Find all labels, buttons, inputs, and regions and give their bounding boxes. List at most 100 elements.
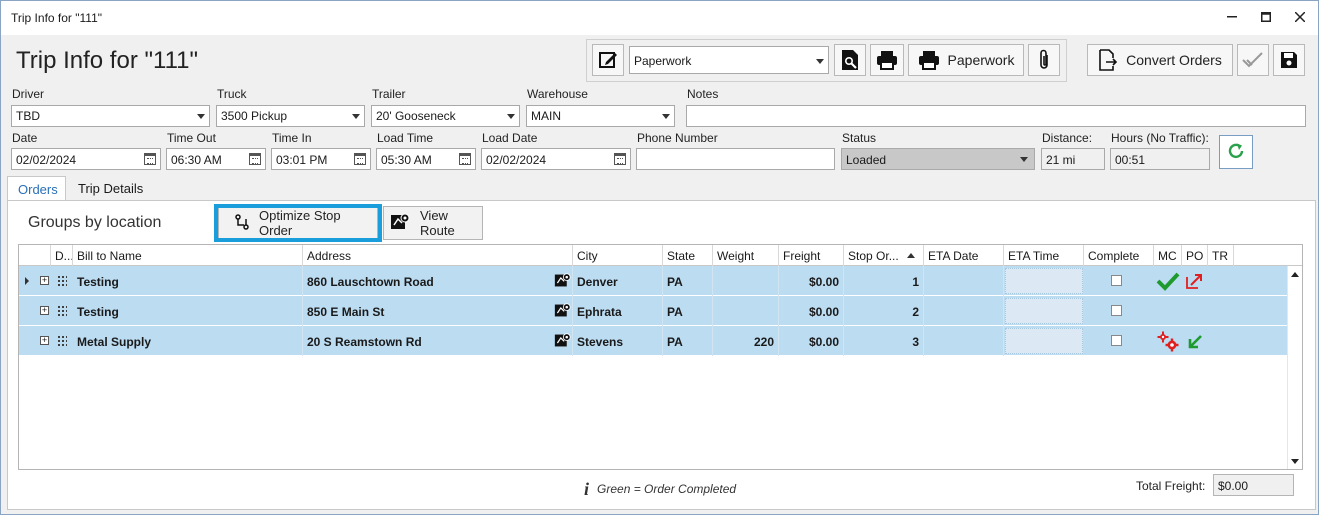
address-cell: 860 Lauschtown Road bbox=[303, 266, 573, 296]
drag-handle-icon[interactable] bbox=[57, 275, 67, 287]
load-time-label: Load Time bbox=[377, 131, 434, 145]
calendar-icon[interactable] bbox=[249, 153, 261, 165]
refresh-button[interactable] bbox=[1219, 135, 1253, 169]
header-stop-order[interactable]: Stop Or... bbox=[844, 245, 924, 266]
header-weight[interactable]: Weight bbox=[713, 245, 779, 266]
calendar-icon[interactable] bbox=[144, 153, 156, 165]
city-cell: Denver bbox=[573, 266, 663, 296]
report-select[interactable]: Paperwork bbox=[629, 46, 829, 74]
phone-field[interactable] bbox=[636, 148, 835, 170]
approve-button[interactable] bbox=[1237, 44, 1269, 76]
header-tr[interactable]: TR bbox=[1208, 245, 1234, 266]
state-cell: PA bbox=[663, 266, 713, 296]
eta-date-cell[interactable] bbox=[924, 296, 1004, 326]
tab-trip-details[interactable]: Trip Details bbox=[68, 176, 158, 201]
expand-icon[interactable]: + bbox=[40, 336, 49, 345]
maximize-icon[interactable] bbox=[1256, 7, 1276, 27]
window-title: Trip Info for "111" bbox=[11, 11, 103, 25]
map-pin-icon[interactable] bbox=[554, 332, 571, 352]
view-route-button[interactable]: View Route bbox=[383, 206, 483, 240]
print-button[interactable] bbox=[870, 44, 904, 76]
edit-button[interactable] bbox=[592, 44, 624, 76]
header-state[interactable]: State bbox=[663, 245, 713, 266]
preview-button[interactable] bbox=[834, 44, 866, 76]
date-field[interactable]: 02/02/2024 bbox=[11, 148, 161, 170]
attachment-button[interactable] bbox=[1028, 44, 1060, 76]
header-eta-date[interactable]: ETA Date bbox=[924, 245, 1004, 266]
time-in-label: Time In bbox=[272, 131, 312, 145]
chevron-down-icon bbox=[662, 114, 670, 119]
header-eta-time[interactable]: ETA Time bbox=[1004, 245, 1084, 266]
driver-label: Driver bbox=[12, 87, 44, 101]
table-row[interactable]: + Metal Supply 20 S Reamstown Rd Stevens… bbox=[19, 326, 1287, 356]
preview-icon bbox=[840, 49, 860, 71]
trailer-select[interactable]: 20' Gooseneck bbox=[371, 105, 520, 127]
calendar-icon[interactable] bbox=[459, 153, 471, 165]
eta-time-cell[interactable] bbox=[1005, 298, 1083, 324]
groups-by-location-label: Groups by location bbox=[28, 214, 162, 231]
eta-date-cell[interactable] bbox=[924, 266, 1004, 296]
header-freight[interactable]: Freight bbox=[779, 245, 844, 266]
complete-checkbox[interactable] bbox=[1111, 305, 1122, 316]
convert-orders-button[interactable]: Convert Orders bbox=[1087, 44, 1233, 76]
address-cell: 20 S Reamstown Rd bbox=[303, 326, 573, 356]
load-date-label: Load Date bbox=[482, 131, 538, 145]
bill-to-cell: Testing bbox=[73, 266, 303, 296]
complete-checkbox[interactable] bbox=[1111, 335, 1122, 346]
hours-field: 00:51 bbox=[1110, 148, 1210, 170]
minimize-icon[interactable] bbox=[1222, 7, 1242, 27]
warehouse-label: Warehouse bbox=[527, 87, 588, 101]
printer-icon bbox=[918, 50, 940, 70]
load-date-field[interactable]: 02/02/2024 bbox=[481, 148, 631, 170]
vertical-scrollbar[interactable] bbox=[1287, 266, 1302, 469]
header-d[interactable]: D... bbox=[51, 245, 73, 266]
eta-date-cell[interactable] bbox=[924, 326, 1004, 356]
map-pin-icon[interactable] bbox=[554, 302, 571, 322]
calendar-icon[interactable] bbox=[614, 153, 626, 165]
save-icon bbox=[1280, 51, 1298, 69]
table-row[interactable]: + Testing 850 E Main St Ephrata PA $0.00… bbox=[19, 296, 1287, 326]
tab-orders[interactable]: Orders bbox=[7, 176, 66, 201]
header-complete[interactable]: Complete bbox=[1084, 245, 1154, 266]
trailer-label: Trailer bbox=[372, 87, 406, 101]
freight-cell: $0.00 bbox=[779, 266, 844, 296]
header-bill-to-name[interactable]: Bill to Name bbox=[73, 245, 303, 266]
scroll-up-icon[interactable] bbox=[1291, 272, 1299, 277]
printer-icon bbox=[876, 50, 898, 70]
city-cell: Ephrata bbox=[573, 296, 663, 326]
driver-select[interactable]: TBD bbox=[11, 105, 210, 127]
save-button[interactable] bbox=[1273, 44, 1305, 76]
eta-time-cell[interactable] bbox=[1005, 268, 1083, 294]
eta-time-cell[interactable] bbox=[1005, 328, 1083, 354]
header-address[interactable]: Address bbox=[303, 245, 573, 266]
complete-checkbox[interactable] bbox=[1111, 275, 1122, 286]
orders-grid: D... Bill to Name Address City State Wei… bbox=[18, 244, 1303, 470]
expand-icon[interactable]: + bbox=[40, 306, 49, 315]
freight-cell: $0.00 bbox=[779, 326, 844, 356]
paperwork-button[interactable]: Paperwork bbox=[908, 44, 1024, 76]
grid-header: D... Bill to Name Address City State Wei… bbox=[19, 245, 1302, 266]
status-select[interactable]: Loaded bbox=[841, 148, 1035, 170]
map-pin-icon[interactable] bbox=[554, 272, 571, 292]
time-out-label: Time Out bbox=[167, 131, 216, 145]
truck-select[interactable]: 3500 Pickup bbox=[216, 105, 365, 127]
table-row[interactable]: + Testing 860 Lauschtown Road Denver PA … bbox=[19, 266, 1287, 296]
header-po[interactable]: PO bbox=[1182, 245, 1208, 266]
warehouse-select[interactable]: MAIN bbox=[526, 105, 675, 127]
scroll-down-icon[interactable] bbox=[1291, 459, 1299, 464]
chevron-down-icon bbox=[816, 59, 824, 64]
legend-note: i Green = Order Completed bbox=[584, 479, 737, 499]
close-icon[interactable] bbox=[1290, 7, 1310, 27]
drag-handle-icon[interactable] bbox=[57, 335, 67, 347]
title-bar: Trip Info for "111" bbox=[1, 1, 1318, 35]
header-city[interactable]: City bbox=[573, 245, 663, 266]
drag-handle-icon[interactable] bbox=[57, 305, 67, 317]
notes-field[interactable] bbox=[686, 105, 1306, 127]
calendar-icon[interactable] bbox=[354, 153, 366, 165]
expand-icon[interactable]: + bbox=[40, 276, 49, 285]
header-mc[interactable]: MC bbox=[1154, 245, 1182, 266]
time-in-field[interactable]: 03:01 PM bbox=[271, 148, 371, 170]
load-time-field[interactable]: 05:30 AM bbox=[376, 148, 476, 170]
time-out-field[interactable]: 06:30 AM bbox=[166, 148, 266, 170]
row-indicator-icon bbox=[25, 277, 29, 285]
